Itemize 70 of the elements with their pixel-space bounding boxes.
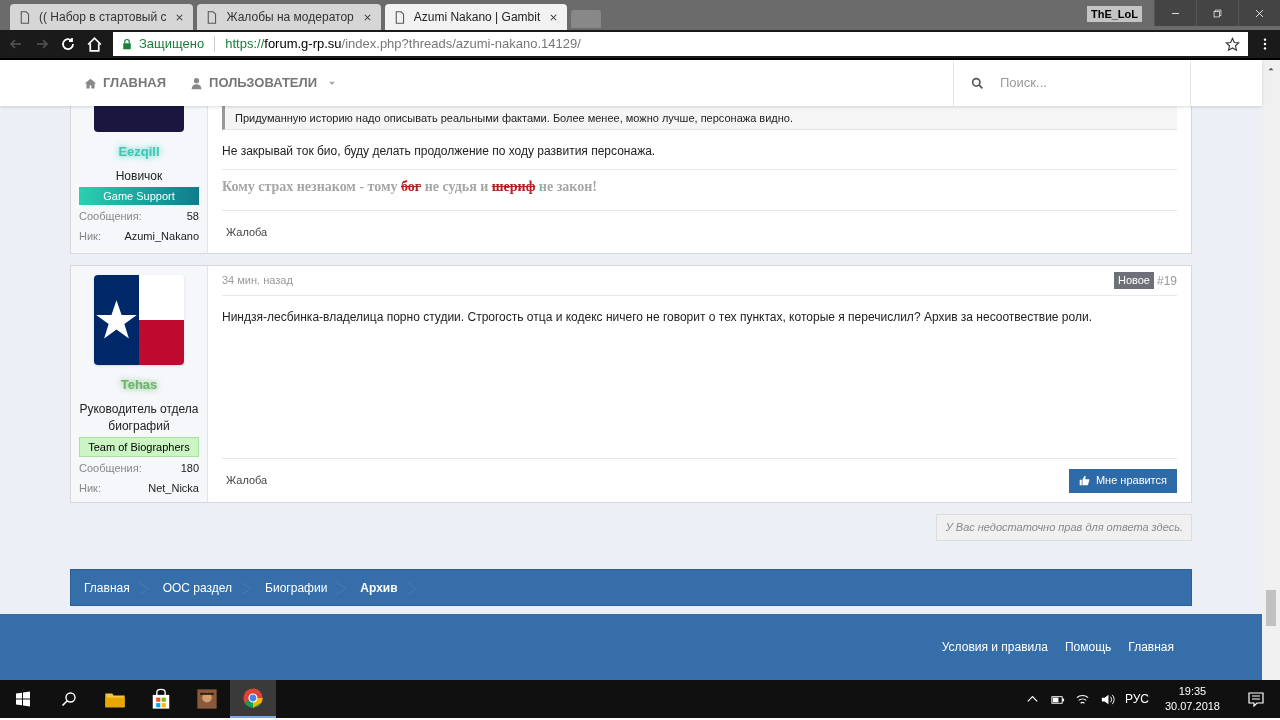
- window-control-button[interactable]: [1196, 0, 1238, 26]
- report-link[interactable]: Жалоба: [222, 223, 272, 241]
- address-bar[interactable]: Защищено https://forum.g-rp.su/index.php?threads/azumi-nakano.14129/: [113, 32, 1248, 56]
- stat-value: Net_Nicka: [148, 480, 199, 496]
- footer-link[interactable]: Условия и правила: [941, 638, 1048, 656]
- like-button[interactable]: Мне нравится: [1068, 468, 1177, 493]
- language-indicator[interactable]: РУС: [1124, 690, 1149, 708]
- user-rank: Новичок: [115, 167, 163, 185]
- secure-label: Защищено: [139, 35, 205, 54]
- tab-title: Azumi Nakano | Gambit: [413, 9, 541, 26]
- game-icon: [196, 688, 218, 710]
- quote-block: Придуманную историю надо описывать реальными фактами. Более менее, можно лучше, персонажа видно.: [222, 106, 1177, 130]
- home-icon[interactable]: [86, 35, 103, 53]
- stat-label: Ник:: [79, 228, 101, 244]
- search-field[interactable]: Поиск...: [1000, 73, 1160, 93]
- breadcrumb-link[interactable]: Биографии: [252, 570, 348, 605]
- post-body: Не закрывай ток био, буду делать продолжение по ходу развития персонажа.: [222, 143, 657, 160]
- page-icon: [205, 10, 219, 24]
- user-banner: Game Support: [79, 186, 199, 205]
- nav-link[interactable]: ГЛАВНАЯ: [84, 73, 167, 93]
- browser-tab[interactable]: Жалобы на модератор: [197, 4, 381, 30]
- star-icon[interactable]: [1225, 36, 1240, 52]
- clock-time: 19:35: [1178, 684, 1207, 699]
- post-time: 34 мин. назад: [222, 273, 293, 289]
- breadcrumb-link[interactable]: Главная: [71, 570, 150, 605]
- report-link[interactable]: Жалоба: [222, 472, 272, 489]
- nav-link[interactable]: ПОЛЬЗОВАТЕЛИ: [190, 73, 337, 93]
- signature-text: Кому страх незнаком - тому бог не судья и шериф не закон!: [222, 169, 1177, 211]
- clock[interactable]: 19:35 30.07.2018: [1158, 684, 1226, 714]
- scrollbar-thumb[interactable]: [1266, 590, 1276, 626]
- reload-icon[interactable]: [60, 36, 76, 52]
- profile-name: ThE_LoL: [1086, 5, 1142, 22]
- stat-label: Сообщения:: [79, 461, 142, 476]
- stat-value: 180: [180, 461, 199, 476]
- breadcrumb-link[interactable]: ООС раздел: [149, 570, 253, 605]
- scrollbar[interactable]: [1262, 60, 1280, 680]
- windows-logo-icon: [15, 691, 31, 707]
- speaker-icon[interactable]: [1099, 691, 1115, 707]
- stat-value: Azumi_Nakano: [124, 228, 199, 244]
- taskbar-app-button[interactable]: [230, 680, 276, 718]
- browser-tab[interactable]: Azumi Nakano | Gambit: [384, 4, 568, 30]
- user-banner: Team of Biographers: [79, 436, 199, 457]
- restore-icon: [1212, 7, 1223, 19]
- post-number-link[interactable]: #19: [1156, 271, 1177, 290]
- reply-notice: У Вас недостаточно прав для ответа здесь.: [936, 514, 1192, 541]
- stat-value: 58: [186, 209, 199, 224]
- shopping-bag-icon: [150, 688, 172, 710]
- footer-link[interactable]: Главная: [1128, 638, 1174, 656]
- message-icon: [1248, 691, 1264, 707]
- tab-title: (( Набор в стартовый с: [39, 9, 167, 26]
- browser-tab[interactable]: (( Набор в стартовый с: [10, 4, 194, 30]
- post-body: Ниндзя-лесбинка-владелица порно студии. Строгость отца и кодекс ничего не говорит о тех пунктах, которые я перечислил? Архив за несоотвествие роли.: [222, 309, 1093, 326]
- lock-icon: [121, 38, 133, 50]
- footer-link[interactable]: Помощь: [1064, 638, 1112, 656]
- user-rank: Руководитель отдела биографий: [79, 400, 199, 435]
- stat-label: Сообщения:: [79, 209, 142, 224]
- search-icon: [61, 691, 77, 707]
- close-icon: [1254, 7, 1265, 19]
- stat-label: Ник:: [79, 480, 101, 496]
- breadcrumb-link[interactable]: Архив: [347, 570, 418, 605]
- search-icon: [971, 76, 984, 90]
- new-badge: Новое: [1113, 272, 1154, 289]
- page-icon: [18, 10, 31, 24]
- url-text: https://forum.g-rp.su/index.php?threads/azumi-nakano.14129/: [225, 35, 581, 54]
- chrome-logo-icon: [242, 687, 264, 709]
- user-icon: [190, 76, 204, 90]
- clock-date: 30.07.2018: [1164, 699, 1220, 714]
- thumbs-up-icon: [1078, 475, 1090, 486]
- tab-title: Жалобы на модератор: [226, 9, 354, 26]
- home-icon: [84, 76, 97, 90]
